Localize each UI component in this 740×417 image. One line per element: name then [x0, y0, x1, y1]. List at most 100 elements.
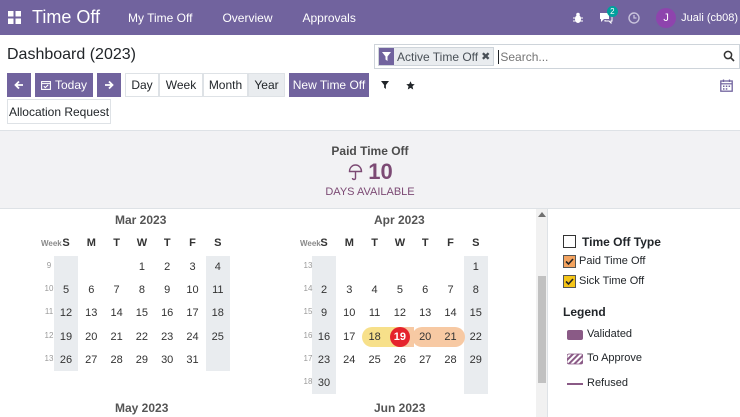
calendar-day[interactable]: 1	[130, 257, 154, 277]
bug-icon[interactable]	[564, 0, 592, 35]
calendar-day[interactable]: 3	[181, 257, 205, 277]
calendar-day[interactable]: 25	[363, 350, 387, 370]
calendar-day[interactable]: 30	[155, 350, 179, 370]
clock-icon[interactable]	[620, 0, 648, 35]
calendar-day[interactable]: 15	[464, 303, 488, 323]
today-button[interactable]: Today	[35, 73, 93, 97]
calendar-day[interactable]: 20	[413, 327, 437, 347]
filter-facet: Active Time Off ✖	[378, 47, 495, 66]
user-avatar[interactable]: J	[656, 7, 677, 28]
calendar-day[interactable]: 8	[130, 280, 154, 300]
calendar-day[interactable]: 10	[181, 280, 205, 300]
calendar-day[interactable]: 20	[79, 327, 103, 347]
calendar-day[interactable]: 28	[439, 350, 463, 370]
calendar-day[interactable]: 7	[439, 280, 463, 300]
calendar-day[interactable]: 21	[439, 327, 463, 347]
scale-month-button[interactable]: Month	[203, 73, 248, 97]
calendar-day[interactable]: 28	[105, 350, 129, 370]
calendar-day[interactable]: 27	[413, 350, 437, 370]
calendar-day[interactable]: 4	[363, 280, 387, 300]
calendar-day[interactable]: 9	[155, 280, 179, 300]
calendar-day[interactable]: 16	[312, 327, 336, 347]
calendar-day[interactable]: 2	[312, 280, 336, 300]
star-icon[interactable]	[397, 73, 423, 97]
scale-week-button[interactable]: Week	[159, 73, 203, 97]
calendar-day[interactable]: 13	[79, 303, 103, 323]
paid-time-off-checkbox[interactable]	[563, 255, 576, 268]
calendar-day[interactable]: 12	[388, 303, 412, 323]
calendar-day[interactable]: 6	[79, 280, 103, 300]
navbar-systray: 2 J Juali (cb08)	[564, 0, 740, 35]
next-button[interactable]	[97, 73, 121, 97]
calendar-day[interactable]: 6	[413, 280, 437, 300]
calendar-day[interactable]: 25	[206, 327, 230, 347]
calendar-day[interactable]: 9	[312, 303, 336, 323]
summary-subtitle: DAYS AVAILABLE	[325, 186, 415, 198]
calendar-day[interactable]: 11	[206, 280, 230, 300]
sick-time-off-checkbox[interactable]	[563, 275, 576, 288]
calendar-day[interactable]: 31	[181, 350, 205, 370]
calendar-icon[interactable]	[718, 76, 734, 94]
menu-my-time-off[interactable]: My Time Off	[128, 11, 192, 25]
calendar-day[interactable]: 10	[337, 303, 361, 323]
refused-swatch	[567, 383, 583, 385]
scale-day-button[interactable]: Day	[125, 73, 159, 97]
calendar-day[interactable]: 2	[155, 257, 179, 277]
calendar-day[interactable]: 21	[105, 327, 129, 347]
apps-menu-icon[interactable]	[0, 0, 28, 35]
calendar-day[interactable]: 4	[206, 257, 230, 277]
calendar-day[interactable]: 7	[105, 280, 129, 300]
previous-button[interactable]	[7, 73, 31, 97]
calendar-day[interactable]: 3	[337, 280, 361, 300]
calendar-day[interactable]: 26	[54, 350, 78, 370]
validated-swatch	[567, 330, 583, 340]
calendar-day[interactable]: 12	[54, 303, 78, 323]
new-time-off-button[interactable]: New Time Off	[289, 73, 369, 97]
chat-icon[interactable]: 2	[592, 0, 620, 35]
calendar-day[interactable]: 29	[464, 350, 488, 370]
select-all-checkbox[interactable]	[563, 235, 576, 248]
calendar-day[interactable]: 30	[312, 373, 336, 393]
search-icon[interactable]	[723, 50, 735, 65]
calendar-day[interactable]: 8	[464, 280, 488, 300]
menu-overview[interactable]: Overview	[222, 11, 272, 25]
calendar-day[interactable]: 14	[439, 303, 463, 323]
calendar-day[interactable]: 24	[337, 350, 361, 370]
app-name[interactable]: Time Off	[32, 7, 100, 28]
remove-facet-icon[interactable]: ✖	[481, 48, 494, 65]
calendar-day[interactable]: 22	[464, 327, 488, 347]
calendar-day[interactable]: 11	[363, 303, 387, 323]
filter-toggle-icon[interactable]	[372, 73, 397, 97]
calendar-day[interactable]: 22	[130, 327, 154, 347]
scroll-up-icon[interactable]	[538, 212, 546, 217]
calendar-day[interactable]: 5	[388, 280, 412, 300]
calendar-day[interactable]: 27	[79, 350, 103, 370]
scale-year-button[interactable]: Year	[248, 73, 285, 97]
search-input[interactable]	[498, 49, 719, 64]
calendar-day[interactable]: 13	[413, 303, 437, 323]
calendar-scrollbar[interactable]	[536, 209, 547, 417]
calendar-day[interactable]: 15	[130, 303, 154, 323]
calendar-day[interactable]: 17	[181, 303, 205, 323]
calendar-day[interactable]: 23	[155, 327, 179, 347]
calendar-day[interactable]: 18	[363, 327, 387, 347]
calendar-day[interactable]: 14	[105, 303, 129, 323]
calendar-day[interactable]: 24	[181, 327, 205, 347]
scrollbar-thumb[interactable]	[538, 276, 546, 383]
weekday-header: T	[163, 237, 171, 249]
calendar-day[interactable]: 19	[388, 327, 412, 347]
calendar-day[interactable]: 17	[337, 327, 361, 347]
search-bar[interactable]: Active Time Off ✖	[374, 44, 740, 69]
allocation-request-button[interactable]: Allocation Request	[7, 99, 111, 124]
calendar-day[interactable]: 18	[206, 303, 230, 323]
weekday-header: W	[394, 237, 406, 249]
calendar-day[interactable]: 26	[388, 350, 412, 370]
menu-approvals[interactable]: Approvals	[302, 11, 355, 25]
calendar-day[interactable]: 23	[312, 350, 336, 370]
calendar-day[interactable]: 19	[54, 327, 78, 347]
user-name[interactable]: Juali (cb08)	[681, 12, 738, 24]
calendar-day[interactable]: 1	[464, 257, 488, 277]
calendar-day[interactable]: 5	[54, 280, 78, 300]
calendar-day[interactable]: 29	[130, 350, 154, 370]
calendar-day[interactable]: 16	[155, 303, 179, 323]
